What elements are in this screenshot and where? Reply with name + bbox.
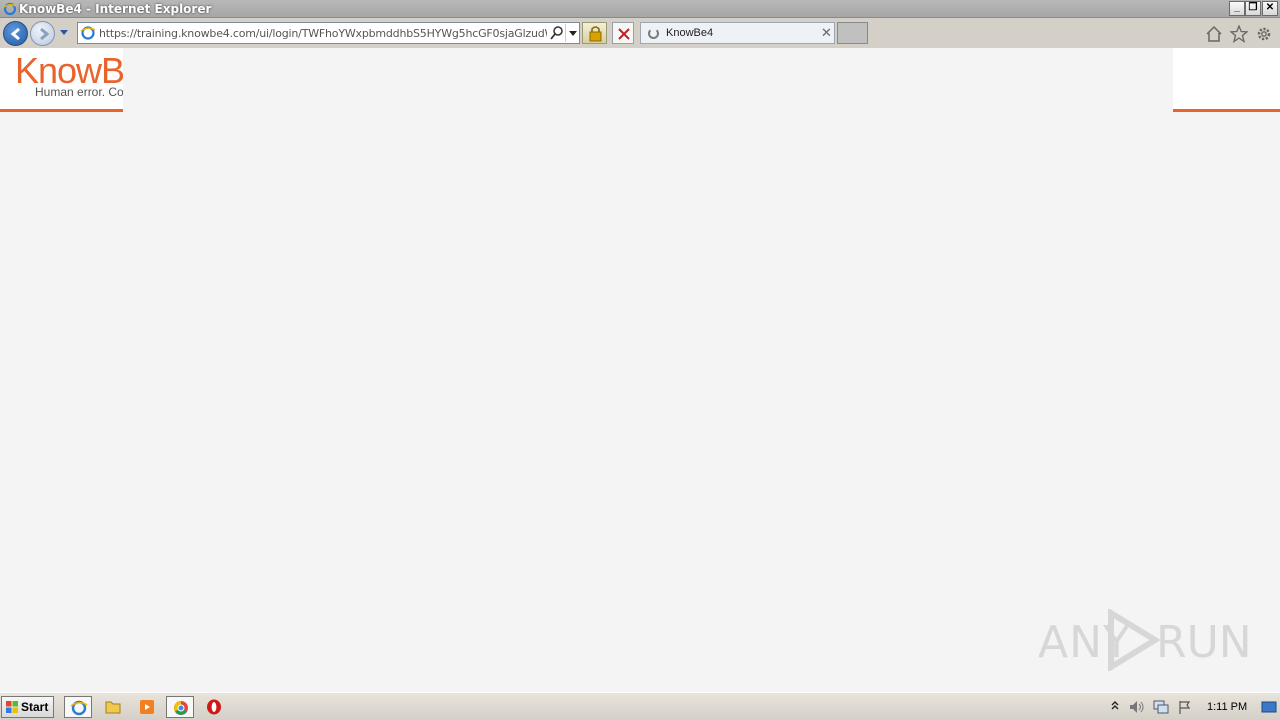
network-icon[interactable] (1152, 699, 1170, 715)
close-window-button[interactable]: ✕ (1262, 1, 1278, 16)
minimize-button[interactable]: _ (1229, 1, 1245, 16)
media-player-icon (140, 700, 154, 714)
page-favicon-icon (80, 26, 96, 40)
gear-icon[interactable] (1255, 25, 1273, 43)
internet-explorer-icon (3, 2, 17, 16)
action-center-flag-icon[interactable] (1177, 699, 1193, 715)
opera-icon (207, 699, 221, 715)
tab-knowbe4[interactable]: KnowBe4 ✕ (640, 22, 835, 44)
taskbar-internet-explorer[interactable] (64, 696, 92, 718)
taskbar: Start 1:11 PM (0, 692, 1280, 720)
taskbar-opera[interactable] (200, 696, 228, 718)
taskbar-clock[interactable]: 1:11 PM (1207, 701, 1247, 713)
forward-button[interactable] (30, 21, 55, 46)
restore-button[interactable]: ❐ (1245, 1, 1261, 16)
site-header-right (1173, 48, 1280, 112)
window-titlebar: KnowBe4 - Internet Explorer _ ❐ ✕ (0, 0, 1280, 18)
taskbar-file-explorer[interactable] (99, 696, 127, 718)
search-icon[interactable] (550, 25, 564, 41)
security-lock-button[interactable] (582, 22, 607, 44)
windows-flag-icon (6, 701, 18, 713)
stop-button[interactable] (612, 22, 634, 44)
watermark-text-right: RUN (1156, 617, 1252, 668)
taskbar-media-player[interactable] (133, 696, 161, 718)
address-url[interactable]: https://training.knowbe4.com/ui/login/TW… (99, 27, 547, 40)
tab-label: KnowBe4 (666, 27, 714, 39)
arrow-left-icon (10, 27, 20, 41)
anyrun-watermark: ANY RUN (1038, 609, 1252, 671)
loading-spinner-icon (648, 28, 659, 39)
logo-tagline: Human error. Conquered. (35, 85, 123, 99)
lock-icon (589, 26, 602, 42)
start-label: Start (21, 700, 49, 714)
play-logo-icon (1108, 609, 1161, 671)
favorites-star-icon[interactable] (1230, 25, 1248, 43)
start-button[interactable]: Start (1, 696, 54, 718)
address-bar[interactable]: https://training.knowbe4.com/ui/login/TW… (77, 22, 580, 44)
site-header-left: KnowBe4 Human error. Conquered. (0, 48, 123, 112)
chevron-up-icon[interactable] (1110, 699, 1120, 713)
history-dropdown-icon[interactable] (59, 29, 69, 37)
address-dropdown-button[interactable] (565, 24, 579, 42)
taskbar-chrome[interactable] (166, 696, 194, 718)
volume-icon[interactable] (1128, 699, 1146, 715)
close-tab-icon[interactable]: ✕ (821, 25, 832, 41)
window-title: KnowBe4 - Internet Explorer (19, 2, 212, 16)
system-tray (1104, 696, 1280, 718)
page-viewport: KnowBe4 Human error. Conquered. ANY RUN (0, 48, 1280, 692)
back-button[interactable] (3, 21, 28, 46)
folder-icon (105, 701, 121, 714)
home-icon[interactable] (1205, 25, 1223, 43)
browser-toolbar: https://training.knowbe4.com/ui/login/TW… (0, 18, 1280, 48)
show-desktop-icon[interactable] (1260, 699, 1278, 715)
chevron-down-icon (569, 31, 577, 36)
arrow-right-icon (40, 27, 50, 41)
internet-explorer-icon (70, 700, 88, 716)
close-icon (618, 28, 630, 40)
new-tab-button[interactable] (837, 22, 868, 44)
chrome-icon (174, 701, 188, 715)
